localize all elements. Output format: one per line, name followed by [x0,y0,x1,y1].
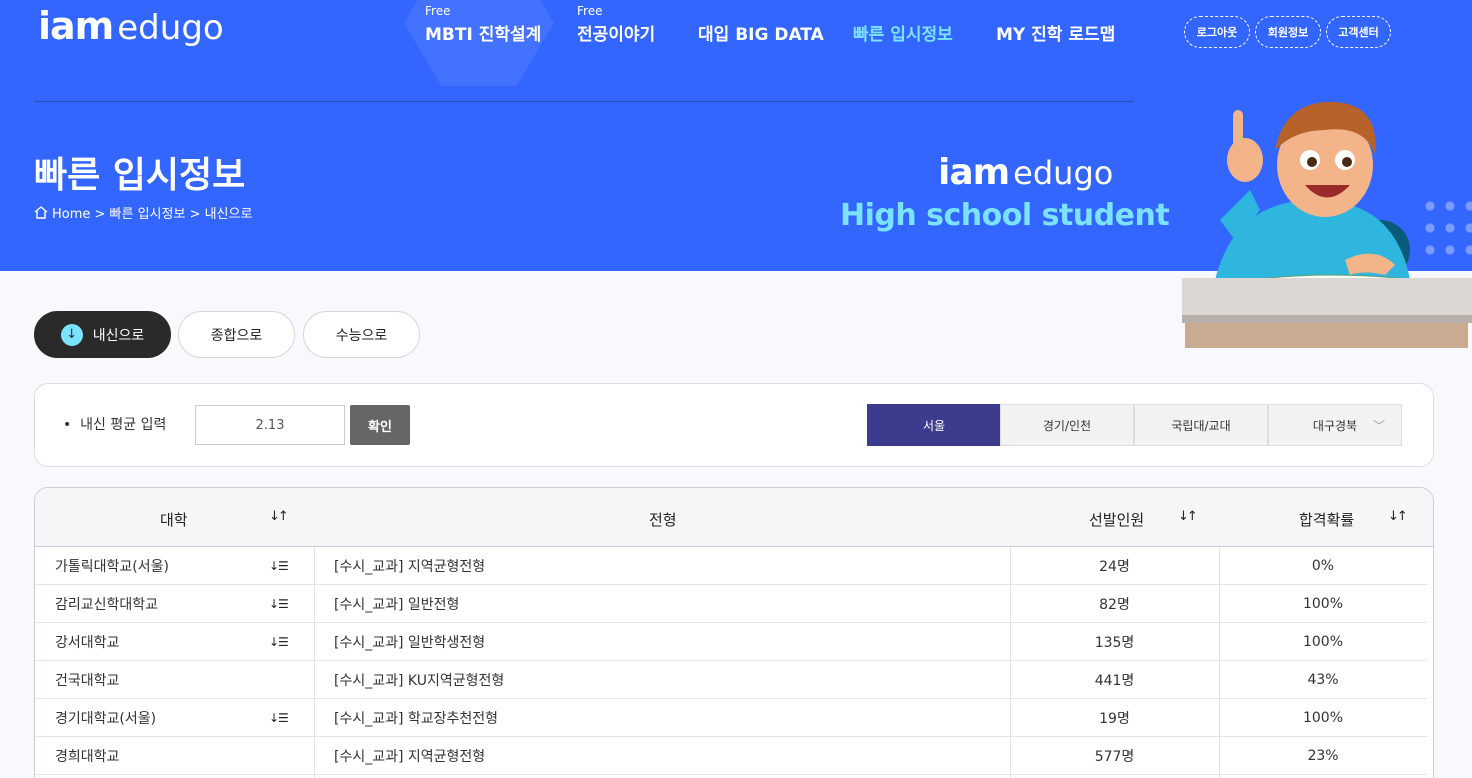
region-gyeonggi-incheon[interactable]: 경기/인천 [1000,404,1134,446]
table-header: 대학 ↓↑ 전형 선발인원 ↓↑ 합격확률 ↓↑ [35,488,1433,547]
cell-admission-type: [수시_교과] 지역균형전형 [334,559,486,575]
list-detail-icon[interactable]: ↓☰ [269,623,289,661]
customer-center-button[interactable]: 고객센터 [1326,16,1391,48]
nav-big-data[interactable]: 대입 BIG DATA [698,20,824,45]
cell-probability: 23% [1307,748,1339,764]
nav-mbti[interactable]: Free MBTI 진학설계 [425,4,542,45]
nav-major-story[interactable]: Free 전공이야기 [577,4,656,45]
cell-quota: 24명 [1099,559,1130,575]
logo-bold-text: iam [38,4,114,48]
cell-university: 가톨릭대학교(서울) [55,559,169,575]
site-logo[interactable]: iam edugo [38,4,224,48]
tab-suneung[interactable]: 수능으로 [303,311,420,358]
sort-probability-icon[interactable]: ↓↑ [1388,509,1408,524]
cell-quota: 135명 [1094,635,1135,651]
nav-free-tag: Free [577,4,603,18]
grade-input-label: • 내신 평균 입력 [63,417,167,433]
cell-probability: 0% [1311,558,1335,574]
grade-filter-panel: • 내신 평균 입력 확인 서울 경기/인천 국립대/교대 대구경북 ﹀ [34,383,1434,467]
cell-admission-type: [수시_교과] KU지역균형전형 [334,673,505,689]
arrow-down-icon: ↓ [60,323,83,346]
nav-free-tag: Free [425,4,451,18]
grade-label-text: 내신 평균 입력 [80,417,167,433]
confirm-button[interactable]: 확인 [350,405,410,445]
header-admission-type: 전형 [649,511,677,529]
region-select-label: 대구경북 [1312,418,1358,433]
tab-jonghap[interactable]: 종합으로 [178,311,295,358]
list-detail-icon[interactable]: ↓☰ [269,585,289,623]
tab-naesin[interactable]: ↓ 내신으로 [34,311,171,358]
cell-probability: 100% [1302,634,1344,650]
home-icon[interactable] [34,206,48,219]
chevron-down-icon: ﹀ [1372,419,1385,433]
cell-probability: 43% [1307,672,1339,688]
results-table: 대학 ↓↑ 전형 선발인원 ↓↑ 합격확률 ↓↑ 가톨릭대학교(서울) ↓☰ [수시… [34,487,1434,778]
cell-quota: 19명 [1099,711,1130,727]
grade-average-input[interactable] [195,405,345,445]
list-detail-icon[interactable]: ↓☰ [269,699,289,737]
nav-label: 빠른 입시정보 [853,25,953,45]
region-seoul[interactable]: 서울 [867,404,1001,446]
hero-divider [34,101,1134,102]
header-university: 대학 [160,511,188,529]
cell-university: 경기대학교(서울) [55,711,157,727]
table-row[interactable]: 가톨릭대학교(서울) ↓☰ [수시_교과] 지역균형전형 24명 0% [35,547,1427,585]
cell-admission-type: [수시_교과] 일반전형 [334,597,460,613]
table-row[interactable]: 경기대학교(서울) ↓☰ [수시_교과] 학교장추천전형 19명 100% [35,699,1427,737]
cell-admission-type: [수시_교과] 학교장추천전형 [334,711,499,727]
header-probability: 합격확률 [1299,511,1355,529]
region-national-edu[interactable]: 국립대/교대 [1134,404,1268,446]
nav-label: 대입 BIG DATA [698,25,824,45]
table-row[interactable]: 강서대학교 ↓☰ [수시_교과] 일반학생전형 135명 100% [35,623,1427,661]
list-detail-icon[interactable]: ↓☰ [269,547,289,585]
hero-logo: iam edugo [938,152,1113,193]
logout-button[interactable]: 로그아웃 [1184,16,1250,48]
breadcrumb-text: Home > 빠른 입시정보 > 내신으로 [52,207,253,222]
cell-university: 건국대학교 [55,673,120,689]
sort-university-icon[interactable]: ↓↑ [269,509,289,524]
region-select[interactable]: 대구경북 ﹀ [1268,404,1402,446]
logo-light-text: edugo [117,8,224,48]
cell-university: 감리교신학대학교 [55,597,159,613]
cell-probability: 100% [1302,710,1344,726]
cell-quota: 577명 [1094,749,1135,765]
page-title: 빠른 입시정보 [34,155,246,196]
hero-logo-bold: iam [938,152,1010,193]
breadcrumb: Home > 빠른 입시정보 > 내신으로 [34,203,252,222]
cell-quota: 82명 [1099,597,1130,613]
nav-label: 전공이야기 [577,25,656,45]
cell-admission-type: [수시_교과] 지역균형전형 [334,749,486,765]
cell-university: 강서대학교 [55,635,120,651]
table-row[interactable]: 감리교신학대학교 ↓☰ [수시_교과] 일반전형 82명 100% [35,585,1427,623]
cell-university: 경희대학교 [55,749,120,765]
member-info-button[interactable]: 회원정보 [1255,16,1321,48]
sort-quota-icon[interactable]: ↓↑ [1178,509,1198,524]
table-row[interactable]: 경희대학교 [수시_교과] 지역균형전형 577명 23% [35,737,1427,775]
nav-my-roadmap[interactable]: MY 진학 로드맵 [996,20,1115,45]
nav-label: MY 진학 로드맵 [996,25,1116,45]
student-illustration [1182,101,1472,348]
cell-probability: 100% [1302,596,1344,612]
tab-label: 내신으로 [92,327,145,344]
cell-admission-type: [수시_교과] 일반학생전형 [334,635,486,651]
hero-subtitle: High school student [840,198,1170,233]
nav-label: MBTI 진학설계 [425,25,542,45]
table-row[interactable]: 건국대학교 [수시_교과] KU지역균형전형 441명 43% [35,661,1427,699]
header-quota: 선발인원 [1089,511,1145,529]
cell-quota: 441명 [1094,673,1135,689]
nav-quick-info[interactable]: 빠른 입시정보 [853,20,953,45]
hero-logo-light: edugo [1013,154,1114,192]
